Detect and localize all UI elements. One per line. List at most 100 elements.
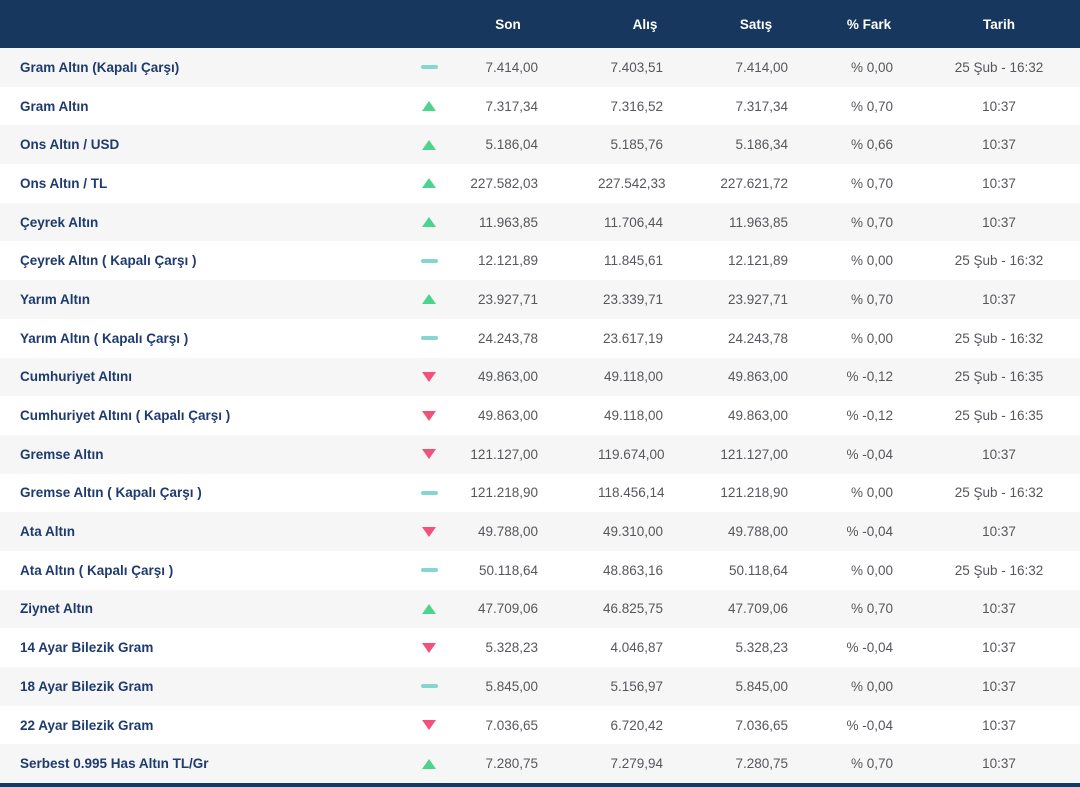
satis-value: 5.845,00 (735, 678, 788, 694)
table-row[interactable]: Gram Altın (Kapalı Çarşı) 7.414,00 7.403… (0, 48, 1080, 87)
trend-down-icon (410, 526, 448, 537)
instrument-name-link[interactable]: Çeyrek Altın (0, 215, 410, 230)
son-value: 49.863,00 (477, 408, 538, 424)
trend-flat-icon (410, 684, 448, 689)
fark-value: % 0,00 (850, 253, 893, 269)
tarih-value: 25 Şub - 16:32 (954, 330, 1044, 346)
instrument-name-link[interactable]: 18 Ayar Bilezik Gram (0, 679, 410, 694)
instrument-name-link[interactable]: Yarım Altın (0, 292, 410, 307)
instrument-name-link[interactable]: 14 Ayar Bilezik Gram (0, 640, 410, 655)
instrument-name-link[interactable]: Gremse Altın (0, 447, 410, 462)
alis-value: 5.156,97 (610, 678, 663, 694)
gold-prices-table: Son Alış Satış % Fark Tarih Gram Altın (… (0, 0, 1080, 787)
instrument-name-link[interactable]: Cumhuriyet Altını ( Kapalı Çarşı ) (0, 408, 410, 423)
instrument-name-link[interactable]: 22 Ayar Bilezik Gram (0, 718, 410, 733)
table-body: Gram Altın (Kapalı Çarşı) 7.414,00 7.403… (0, 48, 1080, 784)
fark-value: % -0,04 (846, 717, 893, 733)
instrument-name-link[interactable]: Ata Altın ( Kapalı Çarşı ) (0, 563, 410, 578)
son-value: 11.963,85 (478, 214, 538, 230)
satis-value: 5.328,23 (735, 640, 788, 656)
table-row[interactable]: 22 Ayar Bilezik Gram 7.036,65 6.720,42 7… (0, 705, 1080, 745)
instrument-name-link[interactable]: Cumhuriyet Altını (0, 369, 410, 384)
alis-value: 49.310,00 (602, 524, 663, 540)
fark-value: % 0,00 (850, 59, 893, 75)
satis-value: 23.927,71 (727, 291, 788, 307)
trend-down-icon (410, 642, 448, 653)
tarih-value: 10:37 (982, 756, 1016, 772)
table-row[interactable]: 18 Ayar Bilezik Gram 5.845,00 5.156,97 5… (0, 667, 1080, 706)
trend-up-icon (410, 603, 448, 614)
table-row[interactable]: Ziynet Altın 47.709,06 46.825,75 47.709,… (0, 589, 1080, 629)
son-value: 49.788,00 (477, 524, 538, 540)
trend-up-icon (410, 217, 448, 228)
son-value: 24.243,78 (477, 330, 538, 346)
son-value: 7.414,00 (485, 59, 538, 75)
table-row[interactable]: Gremse Altın 121.127,00 119.674,00 121.1… (0, 434, 1080, 474)
tarih-value: 10:37 (982, 678, 1016, 694)
alis-value: 5.185,76 (610, 137, 663, 153)
instrument-name-link[interactable]: Gram Altın (0, 99, 410, 114)
trend-down-icon (410, 371, 448, 382)
alis-value: 118.456,14 (598, 485, 665, 501)
trend-down-icon (410, 720, 448, 731)
instrument-name-link[interactable]: Ons Altın / TL (0, 176, 410, 191)
alis-value: 4.046,87 (610, 640, 663, 656)
table-row[interactable]: Gram Altın 7.317,34 7.316,52 7.317,34 % … (0, 86, 1080, 126)
tarih-value: 10:37 (982, 291, 1016, 307)
table-row[interactable]: Ata Altın 49.788,00 49.310,00 49.788,00 … (0, 512, 1080, 551)
tarih-value: 10:37 (982, 214, 1016, 230)
alis-value: 119.674,00 (598, 446, 665, 462)
instrument-name-link[interactable]: Ata Altın (0, 524, 410, 539)
alis-value: 227.542,33 (598, 175, 666, 191)
tarih-value: 10:37 (982, 175, 1016, 191)
tarih-value: 25 Şub - 16:32 (954, 59, 1044, 75)
instrument-name-link[interactable]: Ons Altın / USD (0, 137, 410, 152)
satis-value: 7.414,00 (735, 59, 788, 75)
satis-value: 47.709,06 (727, 601, 788, 617)
header-tarih: Tarih (982, 16, 1015, 32)
trend-flat-icon (410, 258, 448, 263)
fark-value: % 0,00 (850, 562, 893, 578)
fark-value: % 0,70 (850, 214, 893, 230)
table-row[interactable]: Ons Altın / USD 5.186,04 5.185,76 5.186,… (0, 125, 1080, 165)
alis-value: 49.118,00 (603, 408, 663, 424)
alis-value: 7.279,94 (610, 756, 663, 772)
header-son: Son (495, 16, 521, 32)
alis-value: 49.118,00 (603, 369, 663, 385)
table-row[interactable]: Çeyrek Altın ( Kapalı Çarşı ) 12.121,89 … (0, 241, 1080, 281)
instrument-name-link[interactable]: Gram Altın (Kapalı Çarşı) (0, 60, 410, 75)
table-row[interactable]: Ata Altın ( Kapalı Çarşı ) 50.118,64 48.… (0, 550, 1080, 590)
table-row[interactable]: Yarım Altın ( Kapalı Çarşı ) 24.243,78 2… (0, 318, 1080, 358)
fark-value: % 0,70 (850, 756, 893, 772)
tarih-value: 25 Şub - 16:32 (954, 562, 1044, 578)
table-row[interactable]: Ons Altın / TL 227.582,03 227.542,33 227… (0, 164, 1080, 203)
instrument-name-link[interactable]: Ziynet Altın (0, 601, 410, 616)
instrument-name-link[interactable]: Çeyrek Altın ( Kapalı Çarşı ) (0, 253, 410, 268)
fark-value: % 0,70 (850, 601, 893, 617)
trend-flat-icon (410, 336, 448, 341)
footer-bar (0, 783, 1080, 787)
instrument-name-link[interactable]: Gremse Altın ( Kapalı Çarşı ) (0, 485, 410, 500)
table-row[interactable]: Cumhuriyet Altını 49.863,00 49.118,00 49… (0, 357, 1080, 397)
table-row[interactable]: Çeyrek Altın 11.963,85 11.706,44 11.963,… (0, 202, 1080, 242)
trend-down-icon (410, 410, 448, 421)
fark-value: % 0,00 (850, 485, 893, 501)
table-row[interactable]: 14 Ayar Bilezik Gram 5.328,23 4.046,87 5… (0, 628, 1080, 667)
son-value: 49.863,00 (477, 369, 538, 385)
satis-value: 50.118,64 (728, 562, 788, 578)
table-row[interactable]: Serbest 0.995 Has Altın TL/Gr 7.280,75 7… (0, 744, 1080, 784)
satis-value: 11.963,85 (728, 214, 788, 230)
fark-value: % 0,70 (850, 291, 893, 307)
instrument-name-link[interactable]: Serbest 0.995 Has Altın TL/Gr (0, 756, 410, 771)
fark-value: % -0,04 (846, 524, 893, 540)
alis-value: 48.863,16 (602, 562, 663, 578)
table-row[interactable]: Gremse Altın ( Kapalı Çarşı ) 121.218,90… (0, 473, 1080, 513)
satis-value: 49.788,00 (727, 524, 788, 540)
tarih-value: 25 Şub - 16:35 (954, 408, 1044, 424)
son-value: 12.121,89 (477, 253, 538, 269)
alis-value: 23.339,71 (602, 291, 663, 307)
tarih-value: 10:37 (982, 98, 1016, 114)
table-row[interactable]: Cumhuriyet Altını ( Kapalı Çarşı ) 49.86… (0, 396, 1080, 435)
instrument-name-link[interactable]: Yarım Altın ( Kapalı Çarşı ) (0, 331, 410, 346)
table-row[interactable]: Yarım Altın 23.927,71 23.339,71 23.927,7… (0, 280, 1080, 319)
